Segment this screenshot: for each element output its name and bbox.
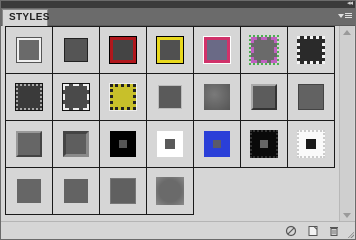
swatch-preview [157, 131, 183, 157]
style-swatch-white-dashed-frame[interactable] [52, 73, 100, 121]
new-style-icon[interactable] [307, 225, 319, 237]
style-swatch-blue-square[interactable] [193, 120, 241, 168]
swatch-preview [109, 36, 137, 64]
style-swatch-dark-square[interactable] [146, 73, 194, 121]
swatch-preview [297, 36, 325, 64]
swatch-preview [158, 85, 182, 109]
style-swatch-textured-square[interactable] [193, 73, 241, 121]
panel-footer [1, 221, 355, 239]
vertical-scrollbar[interactable] [339, 26, 354, 222]
style-swatch-white-rough-frame[interactable] [287, 26, 335, 74]
swatch-preview [156, 36, 184, 64]
style-swatch-white-square[interactable] [146, 120, 194, 168]
styles-panel: ◂◂ STYLES [0, 0, 356, 240]
swatch-preview [249, 35, 279, 65]
tab-bar: STYLES [1, 8, 355, 26]
swatch-center [306, 139, 316, 149]
no-style-icon[interactable] [285, 225, 297, 237]
trash-icon[interactable] [328, 225, 340, 237]
menu-lines-icon [345, 13, 352, 14]
style-swatch-soft-gray-1[interactable] [5, 167, 53, 215]
swatch-preview [64, 38, 88, 62]
scroll-up-icon[interactable] [343, 30, 351, 35]
swatch-preview [17, 179, 41, 203]
swatch-preview [62, 83, 90, 111]
tab-styles-label: STYLES [9, 12, 50, 23]
style-swatch-soft-gray-3[interactable] [99, 167, 147, 215]
styles-grid [5, 26, 339, 222]
scroll-down-icon[interactable] [343, 213, 351, 218]
swatch-preview [297, 130, 325, 158]
swatch-preview [204, 131, 230, 157]
tab-styles[interactable]: STYLES [2, 9, 50, 26]
style-swatch-yellow-dotted-frame[interactable] [99, 73, 147, 121]
swatch-preview [203, 36, 231, 64]
swatch-preview [110, 131, 136, 157]
panel-topbar: ◂◂ [1, 0, 355, 8]
style-swatch-rainbow-frame[interactable] [240, 26, 288, 74]
style-swatch-dark-gray-frame[interactable] [52, 26, 100, 74]
swatch-center [260, 140, 268, 148]
style-swatch-gray-emboss[interactable] [5, 120, 53, 168]
collapse-icon[interactable]: ◂◂ [347, 0, 353, 8]
swatch-preview [109, 83, 137, 111]
swatch-center [165, 139, 175, 149]
menu-arrow-icon [338, 14, 344, 18]
swatch-preview [250, 130, 278, 158]
style-swatch-black-spatter[interactable] [240, 120, 288, 168]
swatch-center [213, 140, 221, 148]
style-swatch-inner-bevel[interactable] [52, 120, 100, 168]
swatch-preview [15, 83, 43, 111]
swatch-preview [204, 84, 230, 110]
swatch-preview [16, 37, 42, 63]
swatch-preview [64, 179, 88, 203]
swatch-preview [298, 84, 324, 110]
resize-grip[interactable] [346, 230, 354, 238]
swatch-preview [63, 131, 89, 157]
style-swatch-plain-gray-frame[interactable] [5, 26, 53, 74]
panel-menu-button[interactable] [338, 11, 352, 23]
style-swatch-yellow-frame[interactable] [146, 26, 194, 74]
swatch-preview [251, 84, 277, 110]
style-swatch-dotted-frame[interactable] [5, 73, 53, 121]
swatch-preview [156, 177, 184, 205]
style-swatch-pink-frame[interactable] [193, 26, 241, 74]
style-swatch-white-spatter[interactable] [287, 120, 335, 168]
style-swatch-soft-gray-2[interactable] [52, 167, 100, 215]
style-swatch-beveled-square[interactable] [240, 73, 288, 121]
style-swatch-red-frame[interactable] [99, 26, 147, 74]
swatch-center [119, 140, 127, 148]
style-swatch-dark-emboss[interactable] [287, 73, 335, 121]
style-swatch-blur-gray[interactable] [146, 167, 194, 215]
swatch-preview [16, 131, 42, 157]
swatch-preview [110, 178, 136, 204]
style-swatch-black-square[interactable] [99, 120, 147, 168]
